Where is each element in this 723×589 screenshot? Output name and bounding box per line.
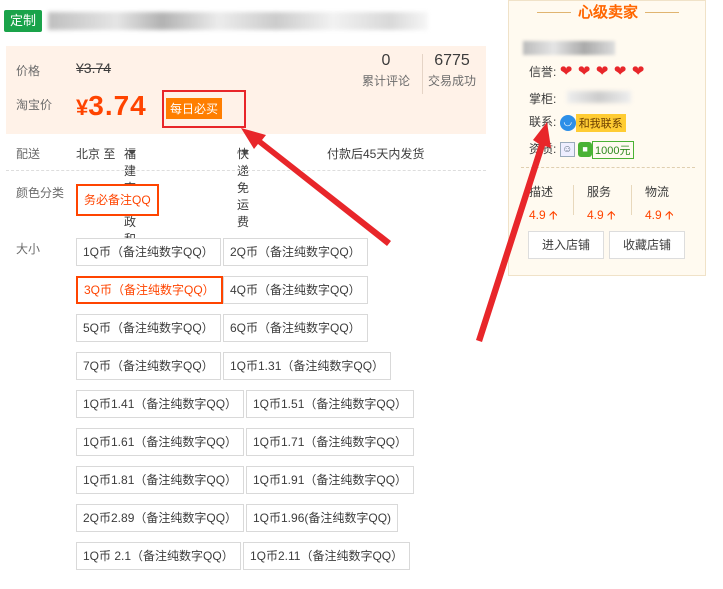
size-option[interactable]: 2Q币2.89（备注纯数字QQ） [76,504,245,532]
deals-count: 6775 [434,52,470,69]
score-value: 4.9 🡩 [529,208,558,222]
score-name: 描述 [529,185,554,199]
price-value: 3.74 [88,90,147,121]
keeper-row: 掌柜: [529,90,556,107]
arrow-up-icon: 🡩 [549,208,558,222]
score-name: 服务 [587,185,612,199]
seller-level-text: 心级卖家 [577,4,638,21]
price-label: 价格 [16,64,41,78]
keeper-name-blurred[interactable] [567,91,631,103]
deals-label: 交易成功 [427,74,476,88]
product-title-blurred [48,12,428,30]
score-divider [631,185,632,215]
color-option[interactable]: 务必备注QQ [76,184,159,216]
consumer-guarantee-icon[interactable]: ■ [578,142,593,158]
credit-hearts[interactable]: ❤ ❤ ❤ ❤ ❤ [559,63,650,80]
product-title-row: 定制 [4,10,434,32]
arrow-up-icon: 🡩 [607,208,616,222]
deals-stat: 6775 交易成功 [426,52,478,89]
score-name: 物流 [645,185,670,199]
size-option[interactable]: 7Q币（备注纯数字QQ） [76,352,221,380]
delivery-from: 北京 至 [76,147,116,161]
current-price: ¥3.74 [76,90,147,122]
size-option[interactable]: 1Q币1.71（备注纯数字QQ） [246,428,415,456]
score-value: 4.9 🡩 [645,208,674,222]
score-service: 服务 4.9 🡩 [587,183,616,227]
score-logistics: 物流 4.9 🡩 [645,183,674,227]
annotation-highlight-box [162,90,246,128]
size-option[interactable]: 1Q币1.81（备注纯数字QQ） [76,466,245,494]
size-option[interactable]: 1Q币1.96(备注纯数字QQ) [246,504,399,532]
contact-row: 联系: ◡ 和我联系 [529,113,626,132]
title-ornament-line [537,12,571,13]
divider [521,167,695,168]
ship-time: 付款后45天内发货 [327,147,425,161]
credit-row: 信誉: ❤ ❤ ❤ ❤ ❤ [529,63,650,80]
heart-icon: ❤ [631,63,645,80]
size-option[interactable]: 1Q币1.91（备注纯数字QQ） [246,466,415,494]
heart-icon: ❤ [577,63,591,80]
reviews-label: 累计评论 [361,74,410,88]
size-option[interactable]: 4Q币（备注纯数字QQ） [223,276,368,304]
favorite-shop-button[interactable]: 收藏店铺 [609,231,685,259]
size-option[interactable]: 1Q币1.41（备注纯数字QQ） [76,390,245,418]
heart-icon: ❤ [559,63,573,80]
reviews-stat[interactable]: 0 累计评论 [358,52,414,89]
score-description: 描述 4.9 🡩 [529,183,558,227]
size-option[interactable]: 5Q币（备注纯数字QQ） [76,314,221,342]
delivery-row: 配送 北京 至 福建南平政和县 快递免运费 付款后45天内发货 [16,145,486,263]
keeper-label: 掌柜: [529,92,557,106]
arrow-up-icon: 🡩 [665,208,674,222]
custom-tag: 定制 [4,10,43,32]
reviews-count: 0 [381,52,391,69]
seller-panel: 心级卖家 信誉: ❤ ❤ ❤ ❤ ❤ 掌柜: 联系: ◡ 和我联系 资质: ☺ ■ 1000… [508,0,706,276]
heart-icon: ❤ [595,63,609,80]
color-label: 颜色分类 [16,186,65,200]
delivery-label: 配送 [16,147,41,161]
currency-symbol: ¥ [76,95,89,120]
divider [6,170,486,171]
size-option[interactable]: 1Q币1.51（备注纯数字QQ） [246,390,415,418]
size-label: 大小 [16,242,41,256]
wangwang-icon[interactable]: ◡ [559,114,576,131]
size-option[interactable]: 1Q币1.31（备注纯数字QQ） [223,352,392,380]
shipping-text: 快递免运费 [237,147,250,229]
taobao-price-label: 淘宝价 [16,98,53,112]
title-ornament-line [645,12,679,13]
shop-name-blurred[interactable] [523,41,615,55]
enter-shop-button[interactable]: 进入店铺 [528,231,604,259]
size-option-selected[interactable]: 3Q币（备注纯数字QQ） [76,276,223,304]
seller-level-title: 心级卖家 [509,1,707,25]
score-value: 4.9 🡩 [587,208,616,222]
heart-icon: ❤ [613,63,627,80]
deposit-badge[interactable]: 1000元 [592,140,634,159]
stat-divider [422,54,423,94]
qualification-label: 资质: [529,142,557,156]
size-option[interactable]: 1Q币（备注纯数字QQ） [76,238,221,266]
id-card-icon[interactable]: ☺ [559,142,575,158]
shipping-option[interactable]: 快递免运费 [237,145,249,229]
qualification-row: 资质: ☺ ■ 1000元 [529,140,634,159]
size-option[interactable]: 2Q币（备注纯数字QQ） [223,238,368,266]
size-option[interactable]: 1Q币 2.1（备注纯数字QQ） [76,542,241,570]
delivery-destination[interactable]: 福建南平政和县 [124,145,136,263]
size-option[interactable]: 1Q币1.61（备注纯数字QQ） [76,428,245,456]
price-box: 价格 ¥3.74 淘宝价 ¥3.74 每日必买 0 累计评论 6775 交易成功 [6,46,486,134]
credit-label: 信誉: [529,65,557,79]
size-option[interactable]: 1Q币2.11（备注纯数字QQ） [243,542,411,570]
original-price: ¥3.74 [76,60,112,76]
score-divider [573,185,574,215]
size-option[interactable]: 6Q币（备注纯数字QQ） [223,314,368,342]
contact-me-button[interactable]: 和我联系 [575,113,626,132]
contact-label: 联系: [529,115,557,129]
